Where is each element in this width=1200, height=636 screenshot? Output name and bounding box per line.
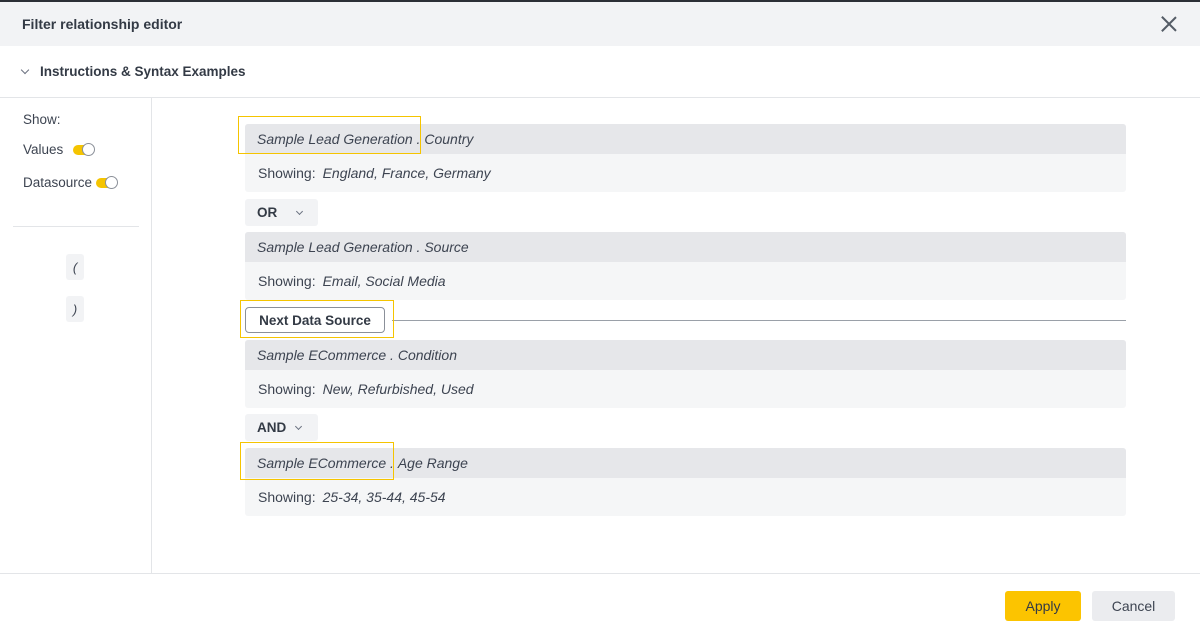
dialog-footer: Apply Cancel [0, 573, 1200, 636]
filter-card-age-range[interactable]: Sample ECommerce . Age Range Showing: 25… [245, 448, 1126, 516]
values-toggle[interactable] [73, 142, 96, 156]
sidebar-divider [13, 226, 139, 227]
filter-card-body: Showing: Email, Social Media [245, 262, 1126, 300]
values-toggle-row: Values [23, 142, 96, 157]
filter-separator: . [386, 347, 398, 363]
instructions-label: Instructions & Syntax Examples [40, 64, 246, 79]
filter-field: Age Range [397, 455, 468, 471]
filter-field: Source [424, 239, 469, 255]
filter-canvas: Sample Lead Generation . Country Showing… [152, 98, 1200, 573]
filter-values: England, France, Germany [322, 165, 491, 181]
datasource-toggle-row: Datasource [23, 175, 119, 190]
filter-card-country[interactable]: Sample Lead Generation . Country Showing… [245, 124, 1126, 192]
chevron-down-icon [296, 207, 304, 215]
values-toggle-label: Values [23, 142, 64, 157]
filter-datasource: Sample Lead Generation [257, 131, 413, 147]
operator-and-dropdown[interactable]: AND [245, 414, 318, 441]
filter-card-body: Showing: England, France, Germany [245, 154, 1126, 192]
filter-card-source[interactable]: Sample Lead Generation . Source Showing:… [245, 232, 1126, 300]
filter-datasource: Sample ECommerce [257, 347, 387, 363]
showing-label: Showing: [258, 273, 316, 289]
next-data-source-divider [392, 320, 1126, 321]
instructions-toggle[interactable]: Instructions & Syntax Examples [0, 46, 1200, 98]
filter-field: Condition [397, 347, 457, 363]
filter-card-header: Sample ECommerce . Condition [245, 340, 1126, 370]
open-paren-button[interactable]: ( [66, 254, 84, 280]
filter-separator: . [412, 131, 425, 147]
chevron-down-icon [295, 422, 303, 430]
close-icon[interactable] [1160, 15, 1178, 33]
showing-label: Showing: [258, 381, 316, 397]
filter-values: New, Refurbished, Used [322, 381, 474, 397]
next-data-source-button[interactable]: Next Data Source [245, 307, 385, 333]
show-label: Show: [23, 112, 61, 127]
filter-card-condition[interactable]: Sample ECommerce . Condition Showing: Ne… [245, 340, 1126, 408]
filter-card-body: Showing: New, Refurbished, Used [245, 370, 1126, 408]
close-paren-button[interactable]: ) [66, 296, 84, 322]
filter-card-header: Sample ECommerce . Age Range [245, 448, 1126, 478]
dialog-title: Filter relationship editor [22, 16, 183, 32]
filter-datasource: Sample Lead Generation [257, 239, 413, 255]
sidebar: Show: Values Datasource ( ) [0, 98, 152, 573]
showing-label: Showing: [258, 489, 316, 505]
filter-card-header: Sample Lead Generation . Source [245, 232, 1126, 262]
apply-button[interactable]: Apply [1005, 591, 1081, 621]
chevron-down-icon [20, 65, 30, 74]
showing-label: Showing: [258, 165, 316, 181]
filter-separator: . [412, 239, 425, 255]
datasource-toggle-label: Datasource [23, 175, 93, 190]
filter-card-body: Showing: 25-34, 35-44, 45-54 [245, 478, 1126, 516]
filter-values: 25-34, 35-44, 45-54 [322, 489, 446, 505]
operator-label: OR [257, 205, 278, 220]
dialog-header: Filter relationship editor [0, 2, 1200, 46]
operator-or-dropdown[interactable]: OR [245, 199, 318, 226]
datasource-toggle[interactable] [96, 175, 119, 189]
operator-label: AND [257, 420, 287, 435]
filter-datasource: Sample ECommerce [257, 455, 387, 471]
filter-values: Email, Social Media [322, 273, 446, 289]
filter-card-header: Sample Lead Generation . Country [245, 124, 1126, 154]
filter-separator: . [386, 455, 398, 471]
filter-field: Country [424, 131, 474, 147]
cancel-button[interactable]: Cancel [1092, 591, 1175, 621]
